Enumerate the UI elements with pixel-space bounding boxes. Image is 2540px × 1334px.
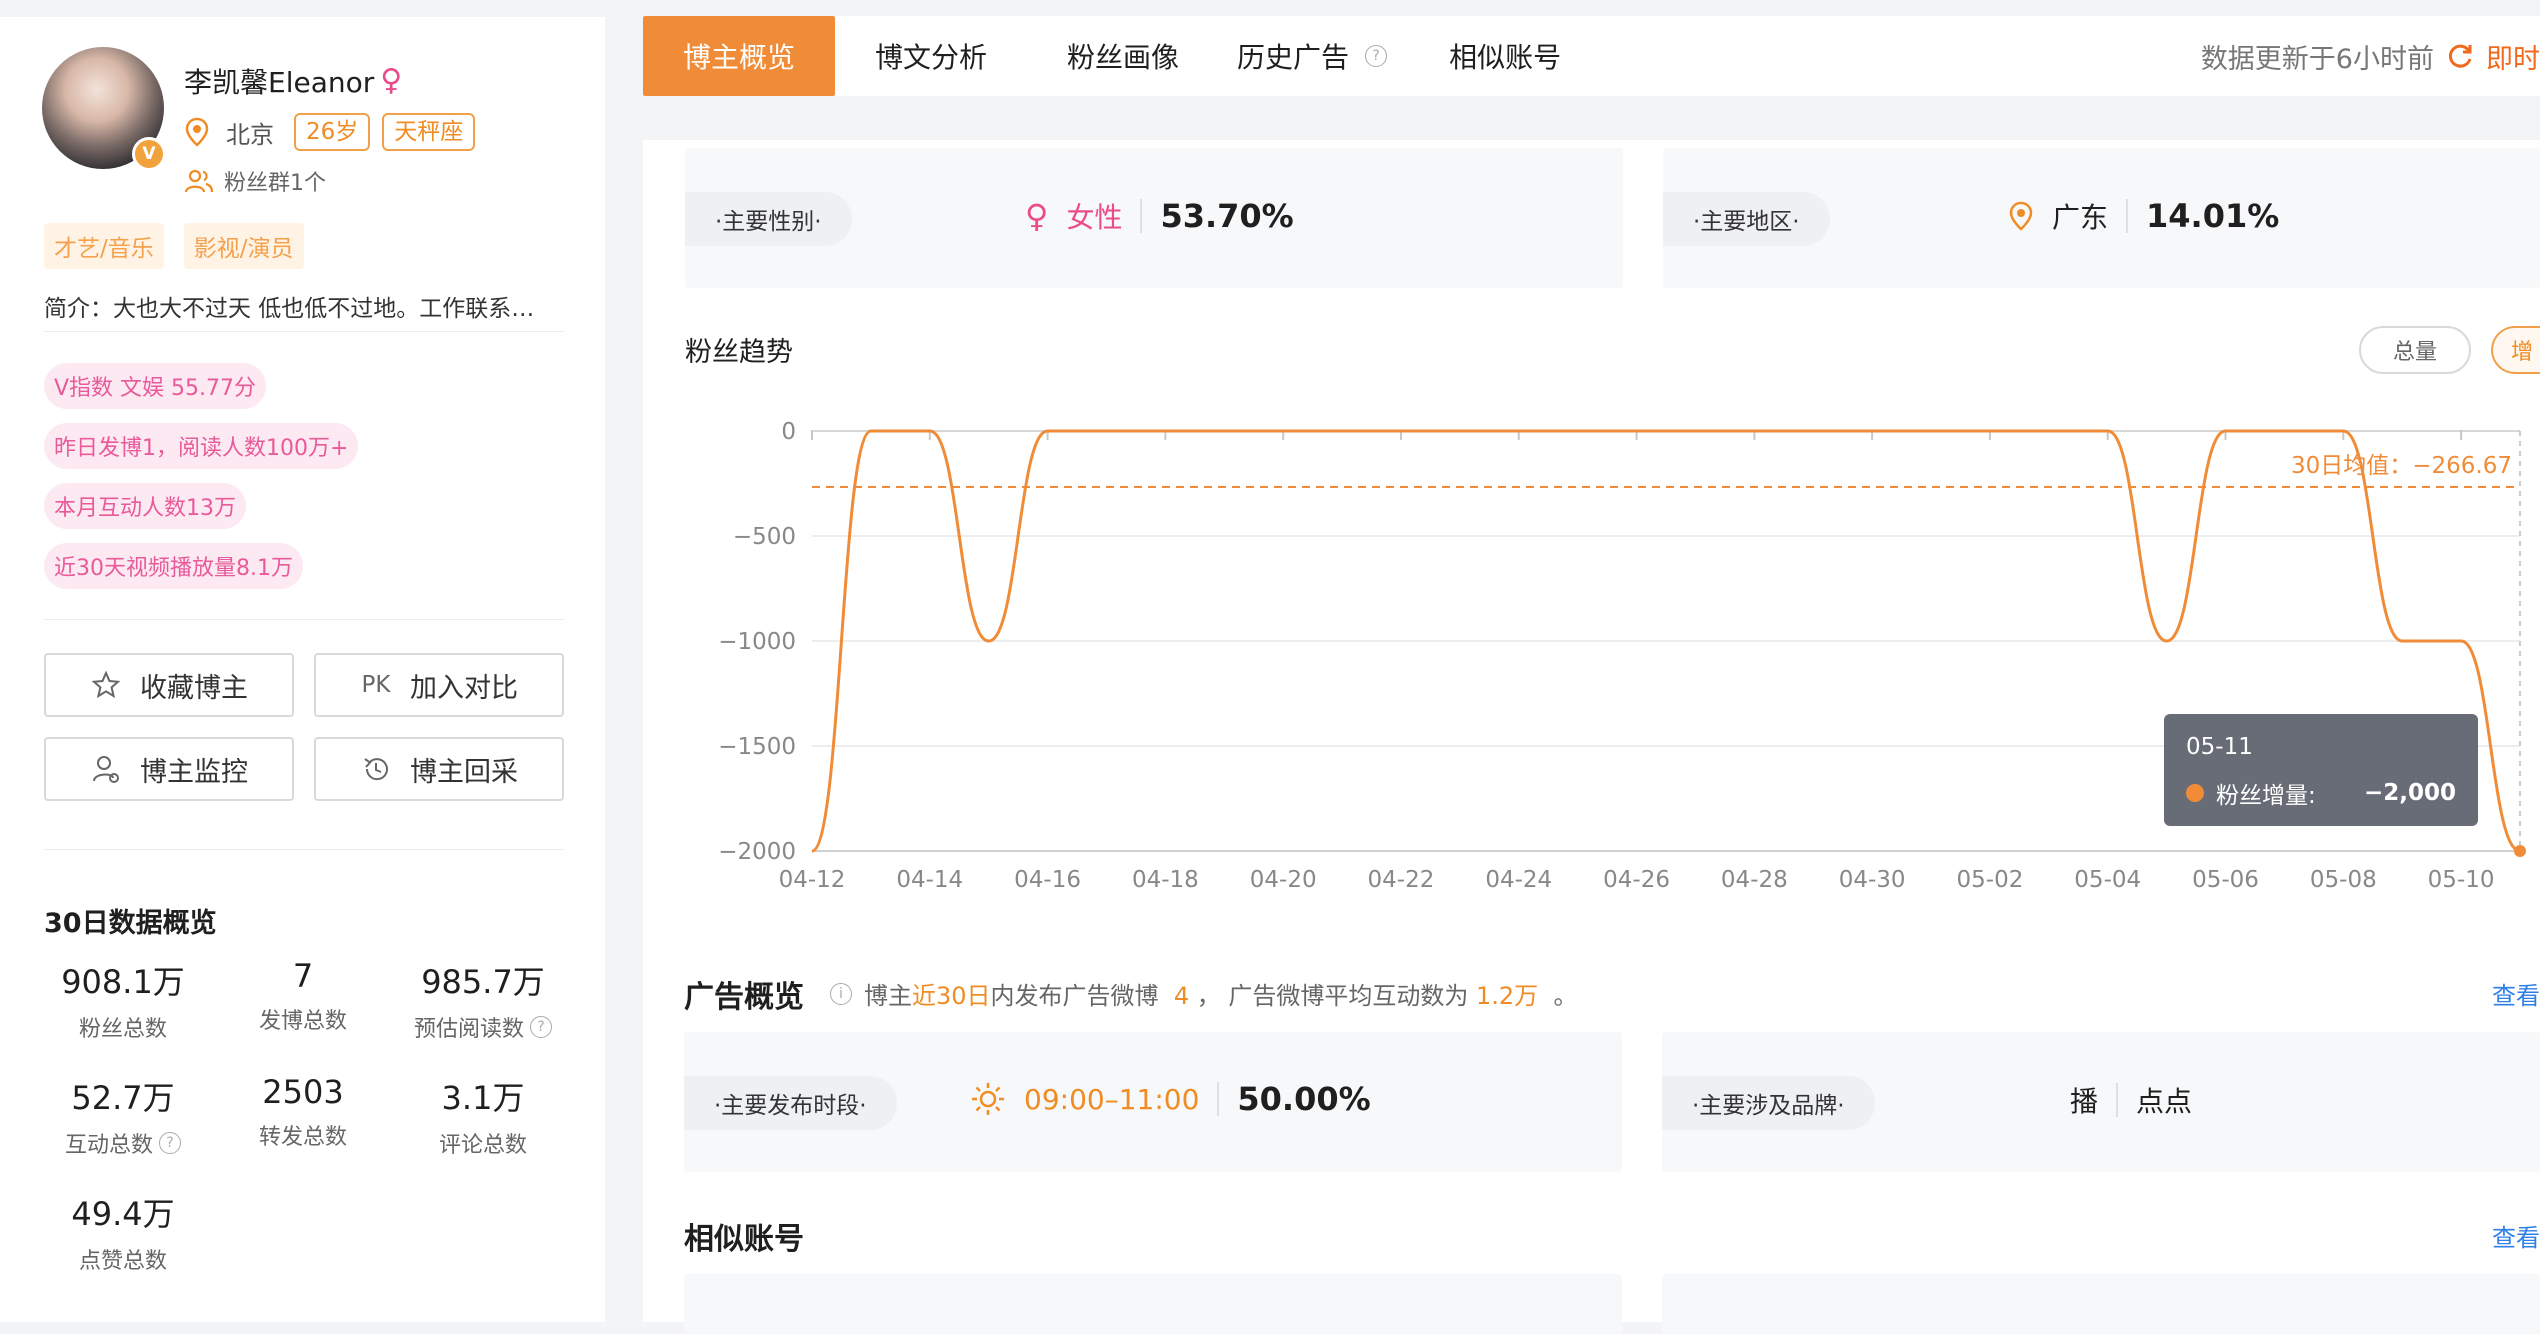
ad-time-value: 09:00–11:00 50.00%: [970, 1080, 1371, 1118]
ads-summary-prefix: 博主: [864, 982, 912, 1010]
y-tick-label: −1500: [718, 734, 796, 760]
divider: [2116, 1083, 2119, 1117]
ad-brand-card: ·主要涉及品牌· 播 点点: [1662, 1032, 2540, 1172]
average-label: 30日均值：−266.67: [2291, 453, 2512, 479]
stat-label: 发博总数: [258, 1009, 347, 1034]
brand-name: 点点: [2136, 1085, 2193, 1118]
y-tick-label: −500: [733, 524, 796, 550]
stat-value: 985.7万: [421, 963, 545, 1001]
x-tick-label: 04-28: [1721, 867, 1788, 893]
y-tick-label: −1000: [718, 629, 796, 655]
x-tick-label: 04-22: [1368, 867, 1435, 893]
stat-posts: 7 发博总数: [213, 957, 393, 1035]
y-tick-label: −2000: [718, 839, 796, 865]
x-tick-label: 04-20: [1250, 867, 1317, 893]
brand-name: 播: [2070, 1085, 2099, 1118]
tooltip-value: −2,000: [2363, 780, 2456, 806]
chart-tooltip: 05-11 粉丝增量: −2,000: [2164, 714, 2478, 826]
help-icon[interactable]: ?: [530, 1016, 552, 1038]
ads-summary-suffix: 。: [1553, 982, 1578, 1010]
similar-card: [1662, 1274, 2540, 1334]
stat-comments: 3.1万 评论总数: [393, 1073, 573, 1159]
stat-reads: 985.7万 预估阅读数?: [393, 957, 573, 1043]
similar-title: 相似账号: [684, 1222, 804, 1257]
x-tick-label: 04-14: [896, 867, 963, 893]
x-tick-label: 04-24: [1485, 867, 1552, 893]
ad-time-label: ·主要发布时段·: [684, 1076, 897, 1130]
stat-value: 52.7万: [71, 1079, 175, 1117]
data-point[interactable]: [2514, 845, 2526, 857]
stat-interactions: 52.7万 互动总数?: [33, 1073, 213, 1159]
stat-label: 点赞总数: [78, 1249, 167, 1274]
x-tick-label: 04-26: [1603, 867, 1670, 893]
x-tick-label: 04-18: [1132, 867, 1199, 893]
ads-summary-period: 近30日: [912, 982, 991, 1010]
sun-icon: [972, 1083, 1004, 1115]
stat-label: 互动总数: [64, 1133, 153, 1158]
stat-label: 预估阅读数: [413, 1017, 524, 1042]
stat-value: 49.4万: [71, 1195, 175, 1233]
help-icon[interactable]: ?: [159, 1132, 181, 1154]
ad-brand-values: 播 点点: [2070, 1080, 2192, 1120]
ads-summary: i 博主近30日内发布广告微博 4 ， 广告微博平均互动数为 1.2万 。: [830, 976, 1577, 1011]
stat-label: 转发总数: [258, 1125, 347, 1150]
series-dot-icon: [2186, 784, 2204, 802]
info-icon: i: [830, 982, 852, 1005]
stat-reposts: 2503 转发总数: [213, 1073, 393, 1151]
x-tick-label: 04-16: [1014, 867, 1081, 893]
x-tick-label: 05-04: [2074, 867, 2141, 893]
divider: [1217, 1082, 1220, 1116]
similar-more-link[interactable]: 查看: [2492, 1218, 2540, 1253]
x-tick-label: 05-02: [1957, 867, 2024, 893]
ads-title: 广告概览: [684, 980, 804, 1015]
similar-card: [684, 1274, 1622, 1334]
ads-more-link[interactable]: 查看: [2492, 976, 2540, 1011]
stat-value: 908.1万: [61, 963, 185, 1001]
x-tick-label: 04-12: [779, 867, 846, 893]
x-tick-label: 05-08: [2310, 867, 2377, 893]
y-tick-label: 0: [781, 419, 796, 445]
ad-time-percent: 50.00%: [1237, 1080, 1371, 1118]
stat-label: 粉丝总数: [78, 1017, 167, 1042]
ads-summary-mid2: ， 广告微博平均互动数为: [1196, 982, 1469, 1010]
x-tick-label: 05-10: [2428, 867, 2495, 893]
x-tick-label: 05-06: [2192, 867, 2259, 893]
ad-brand-label: ·主要涉及品牌·: [1662, 1076, 1875, 1130]
tooltip-date: 05-11: [2186, 734, 2253, 760]
ads-summary-mid1: 内发布广告微博: [990, 982, 1159, 1010]
ad-time-range: 09:00–11:00: [1024, 1082, 1200, 1116]
stat-value: 7: [292, 957, 314, 995]
stat-likes: 49.4万 点赞总数: [33, 1189, 213, 1275]
x-tick-label: 04-30: [1839, 867, 1906, 893]
ads-avg-interaction: 1.2万: [1476, 982, 1539, 1010]
fans-trend-chart: 0 −500 −1000 −1500 −2000 04-12 04-14 04-16 04-1…: [718, 419, 2526, 893]
stat-value: 3.1万: [441, 1079, 525, 1117]
ad-time-card: ·主要发布时段· 09:00–11:00 50.00%: [684, 1032, 1622, 1172]
tooltip-series: 粉丝增量:: [2216, 783, 2316, 809]
stat-label: 评论总数: [438, 1133, 527, 1158]
stat-value: 2503: [262, 1073, 344, 1111]
stat-fans: 908.1万 粉丝总数: [33, 957, 213, 1043]
ads-count: 4: [1173, 982, 1190, 1010]
